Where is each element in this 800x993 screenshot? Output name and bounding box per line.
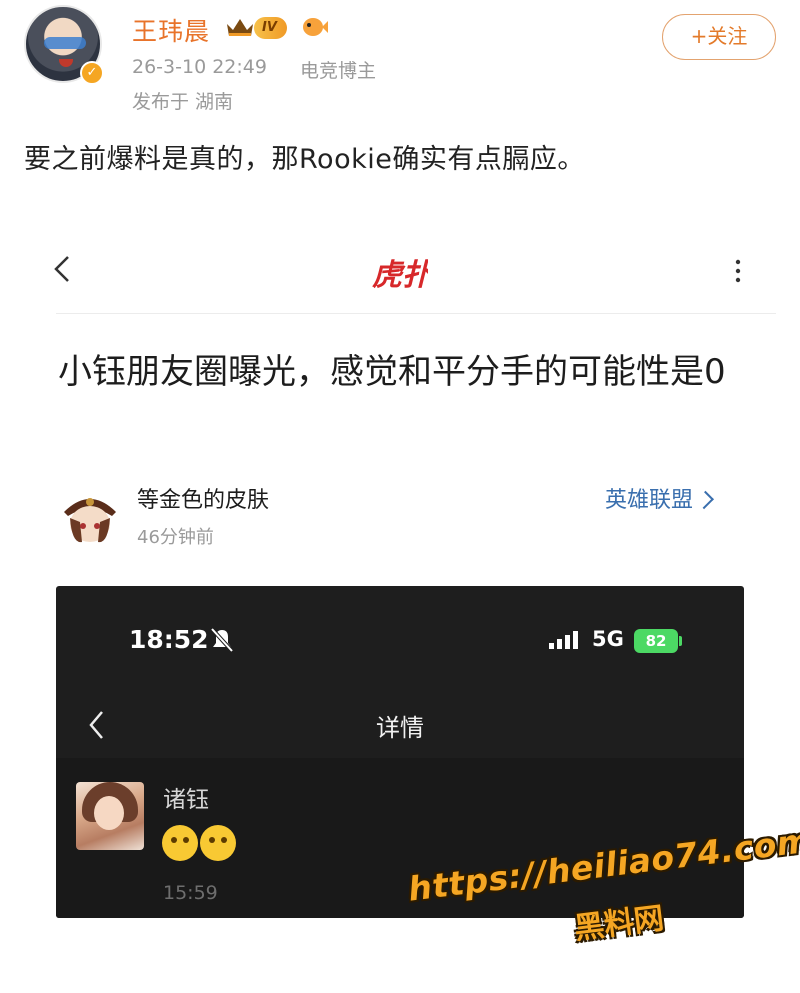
level-badge: IV: [254, 17, 287, 39]
article-title: 小钰朋友圈曝光，感觉和平分手的可能性是0: [58, 352, 726, 392]
more-icon: [735, 259, 741, 283]
chevron-right-icon: [695, 490, 714, 510]
emoji-row: [162, 825, 238, 870]
moment-time: 15:59: [163, 882, 218, 904]
network-label: 5G: [592, 627, 624, 651]
verified-icon: ✓: [80, 61, 104, 85]
follow-button[interactable]: +关注: [662, 14, 776, 60]
emoji-thinking-icon: [200, 825, 236, 861]
embedded-screenshot[interactable]: 虎扑 小钰朋友圈曝光，感觉和平分手的可能性是0 等金色的皮肤 46分钟前 英雄联…: [0, 220, 800, 920]
author-name[interactable]: 王玮晨: [132, 12, 210, 48]
poster-avatar: [64, 498, 116, 543]
divider: [56, 313, 776, 314]
back-icon: [54, 256, 69, 282]
board-label: 英雄联盟: [605, 488, 694, 513]
emoji-thinking-icon: [162, 825, 198, 861]
post-time: 26-3-10 22:49: [132, 56, 267, 78]
hupu-logo: 虎扑: [372, 258, 428, 292]
post-header: ✓ 王玮晨 IV 26-3-10 22:49 电竞博主 发布于 湖南 +关注: [0, 0, 800, 120]
watermark-name: 黑料网: [572, 901, 666, 947]
battery-badge: 82: [634, 629, 678, 653]
status-time: 18:52: [129, 625, 209, 654]
friend-avatar[interactable]: [76, 782, 144, 850]
post-text: 要之前爆料是真的，那Rookie确实有点膈应。: [24, 144, 585, 175]
nav-title: 详情: [376, 714, 424, 742]
fish-icon: [303, 18, 328, 36]
nav-bar: 详情: [56, 694, 744, 758]
post-location: 发布于 湖南: [132, 91, 234, 113]
board-link[interactable]: 英雄联盟: [605, 482, 715, 514]
author-role: 电竞博主: [300, 60, 377, 82]
crown-icon: [227, 19, 253, 36]
poster-time: 46分钟前: [137, 527, 214, 548]
poster-name[interactable]: 等金色的皮肤: [137, 482, 269, 514]
friend-name[interactable]: 诸钰: [163, 780, 209, 814]
mute-icon: [210, 627, 234, 653]
signal-icon: [549, 631, 578, 649]
svg-text:虎扑: 虎扑: [372, 258, 428, 292]
battery-tip: [679, 636, 682, 646]
